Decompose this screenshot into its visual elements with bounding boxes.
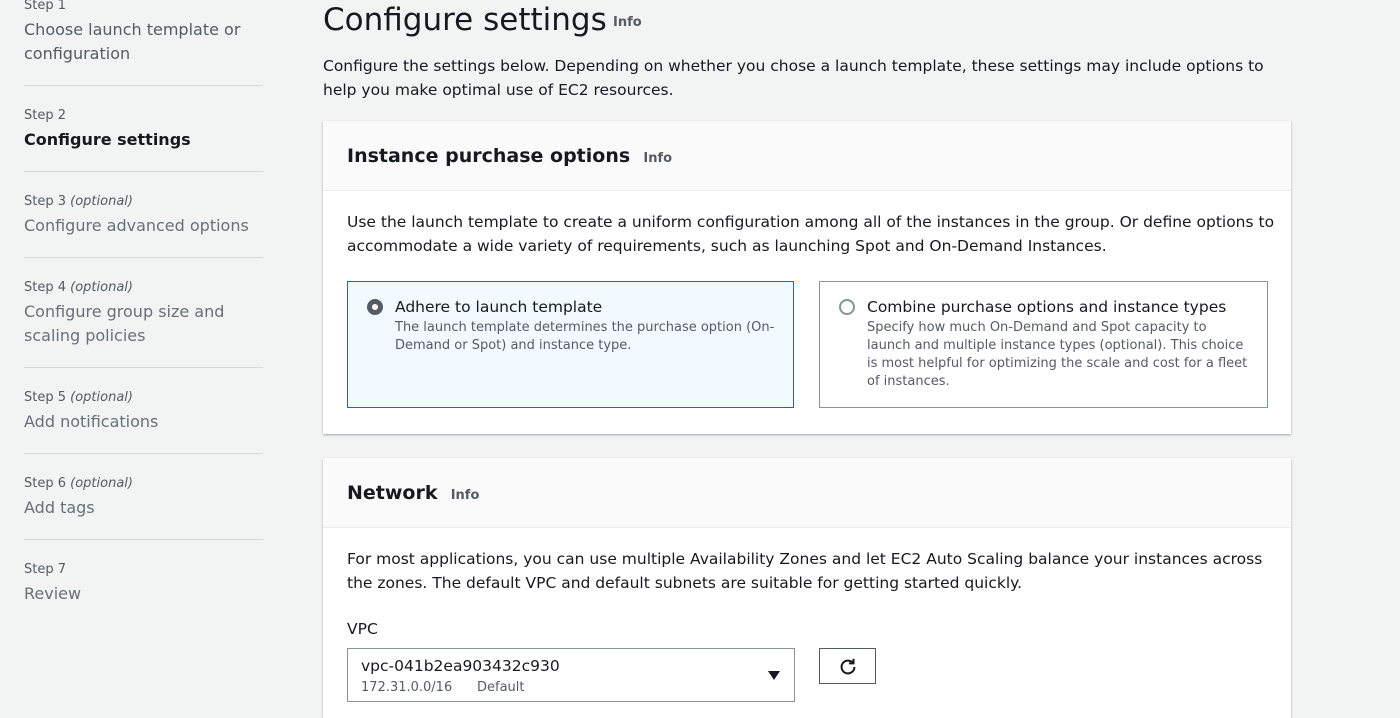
step-3: Step 3 (optional) Configure advanced opt… bbox=[24, 193, 263, 238]
step-4: Step 4 (optional) Configure group size a… bbox=[24, 279, 263, 348]
step-6-label: Step 6 (optional) bbox=[24, 476, 133, 491]
step-3-label: Step 3 (optional) bbox=[24, 194, 133, 209]
caret-down-icon bbox=[768, 671, 780, 680]
step-4-title: Configure group size and scaling policie… bbox=[24, 302, 225, 345]
purchase-description: Use the launch template to create a unif… bbox=[347, 213, 1275, 255]
step-2-label: Step 2 bbox=[24, 108, 67, 123]
option-title: Combine purchase options and instance ty… bbox=[867, 298, 1227, 316]
wizard-steps-nav: Step 1 Choose launch template or configu… bbox=[0, 0, 290, 709]
option-description: The launch template determines the purch… bbox=[395, 320, 775, 353]
vpc-select[interactable]: vpc-041b2ea903432c930 172.31.0.0/16 Defa… bbox=[347, 648, 795, 702]
radio-icon[interactable] bbox=[839, 299, 855, 315]
step-divider bbox=[24, 85, 263, 86]
option-description: Specify how much On-Demand and Spot capa… bbox=[867, 320, 1248, 389]
step-7-label: Step 7 bbox=[24, 562, 67, 577]
step-3-title: Configure advanced options bbox=[24, 216, 249, 235]
purchase-info-link[interactable]: Info bbox=[643, 151, 672, 166]
vpc-id: vpc-041b2ea903432c930 bbox=[361, 657, 560, 675]
page-info-link[interactable]: Info bbox=[613, 15, 642, 30]
combine-purchase-options-option[interactable]: Combine purchase options and instance ty… bbox=[819, 281, 1268, 408]
radio-icon[interactable] bbox=[367, 299, 383, 315]
step-divider bbox=[24, 539, 263, 540]
vpc-cidr: 172.31.0.0/16 bbox=[361, 680, 453, 695]
purchase-options-header: Instance purchase options Info bbox=[323, 121, 1291, 191]
step-7-title: Review bbox=[24, 584, 82, 603]
step-divider bbox=[24, 257, 263, 258]
step-1[interactable]: Step 1 Choose launch template or configu… bbox=[24, 0, 263, 66]
page-description: Configure the settings below. Depending … bbox=[323, 57, 1264, 99]
step-6-title: Add tags bbox=[24, 498, 95, 517]
refresh-icon bbox=[840, 658, 856, 675]
network-header: Network Info bbox=[323, 458, 1291, 528]
network-panel: Network Info For most applications, you … bbox=[323, 458, 1291, 718]
step-2[interactable]: Step 2 Configure settings bbox=[24, 107, 263, 152]
vpc-label: VPC bbox=[347, 620, 378, 638]
vpc-default-tag: Default bbox=[477, 680, 525, 695]
purchase-options-title: Instance purchase options Info bbox=[347, 145, 673, 167]
step-6: Step 6 (optional) Add tags bbox=[24, 475, 263, 520]
page-title: Configure settings bbox=[323, 2, 607, 38]
step-5-label: Step 5 (optional) bbox=[24, 390, 133, 405]
network-info-link[interactable]: Info bbox=[451, 488, 480, 503]
step-7: Step 7 Review bbox=[24, 561, 263, 606]
option-title: Adhere to launch template bbox=[395, 298, 603, 316]
step-5: Step 5 (optional) Add notifications bbox=[24, 389, 263, 434]
step-divider bbox=[24, 453, 263, 454]
adhere-launch-template-option[interactable]: Adhere to launch template The launch tem… bbox=[347, 281, 794, 408]
refresh-vpc-button[interactable] bbox=[819, 648, 876, 684]
step-5-title: Add notifications bbox=[24, 412, 159, 431]
step-divider bbox=[24, 171, 263, 172]
step-1-title[interactable]: Choose launch template or configuration bbox=[24, 18, 263, 66]
step-2-title: Configure settings bbox=[24, 130, 191, 149]
step-1-label: Step 1 bbox=[24, 0, 67, 13]
network-title: Network Info bbox=[347, 482, 480, 504]
purchase-options-panel: Instance purchase options Info Use the l… bbox=[323, 121, 1291, 434]
step-4-label: Step 4 (optional) bbox=[24, 280, 133, 295]
network-description: For most applications, you can use multi… bbox=[347, 550, 1263, 592]
step-divider bbox=[24, 367, 263, 368]
